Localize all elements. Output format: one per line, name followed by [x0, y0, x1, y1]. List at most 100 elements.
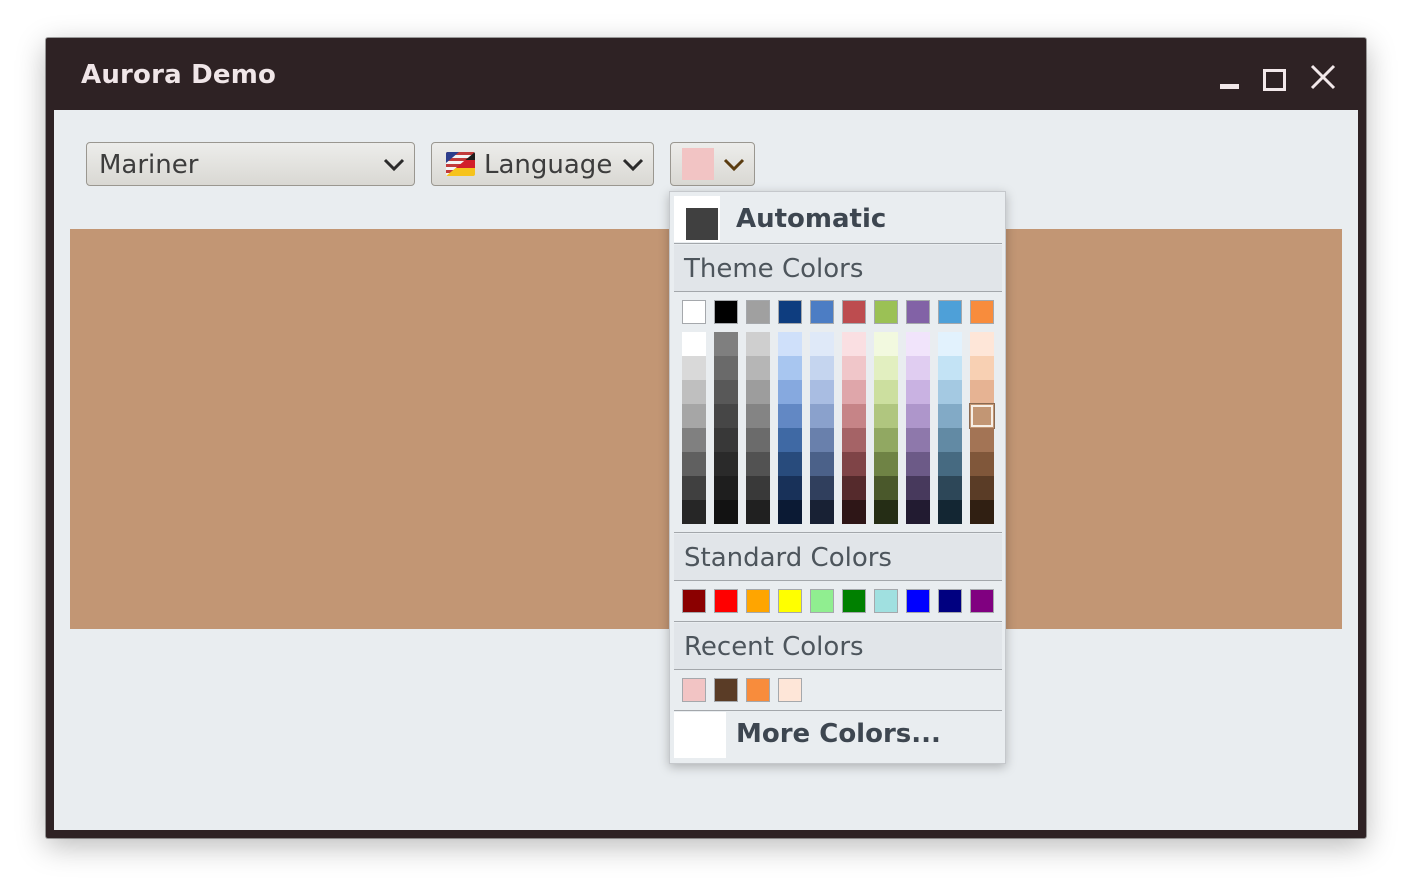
automatic-color-item[interactable]: Automatic [674, 196, 1002, 242]
theme-shade-swatch[interactable] [842, 452, 866, 476]
theme-shade-swatch[interactable] [714, 452, 738, 476]
theme-shade-swatch[interactable] [874, 380, 898, 404]
theme-shade-swatch[interactable] [778, 380, 802, 404]
theme-shade-swatch[interactable] [778, 452, 802, 476]
standard-color-swatch[interactable] [906, 589, 930, 613]
theme-shade-swatch[interactable] [842, 428, 866, 452]
theme-shade-swatch[interactable] [970, 428, 994, 452]
recent-color-swatch[interactable] [778, 678, 802, 702]
theme-shade-swatch[interactable] [970, 356, 994, 380]
theme-shade-swatch[interactable] [746, 332, 770, 356]
language-combo[interactable]: Language [431, 142, 654, 186]
theme-shade-swatch[interactable] [714, 380, 738, 404]
theme-shade-swatch[interactable] [682, 404, 706, 428]
standard-color-swatch[interactable] [938, 589, 962, 613]
theme-shade-swatch[interactable] [682, 332, 706, 356]
theme-shade-swatch[interactable] [938, 500, 962, 524]
theme-shade-swatch[interactable] [746, 428, 770, 452]
theme-shade-swatch[interactable] [746, 380, 770, 404]
minimize-icon[interactable] [1216, 60, 1250, 94]
theme-shade-swatch[interactable] [906, 500, 930, 524]
theme-shade-swatch[interactable] [682, 500, 706, 524]
theme-color-swatch[interactable] [906, 300, 930, 324]
theme-shade-swatch[interactable] [970, 452, 994, 476]
theme-shade-swatch[interactable] [714, 500, 738, 524]
theme-shade-swatch[interactable] [938, 332, 962, 356]
theme-shade-swatch[interactable] [874, 452, 898, 476]
theme-shade-swatch[interactable] [970, 380, 994, 404]
recent-color-swatch[interactable] [714, 678, 738, 702]
theme-shade-swatch[interactable] [778, 332, 802, 356]
theme-color-swatch[interactable] [970, 300, 994, 324]
theme-shade-swatch[interactable] [906, 332, 930, 356]
theme-shade-swatch[interactable] [778, 356, 802, 380]
standard-color-swatch[interactable] [810, 589, 834, 613]
theme-shade-swatch[interactable] [714, 476, 738, 500]
theme-shade-swatch[interactable] [682, 476, 706, 500]
theme-shade-swatch[interactable] [970, 476, 994, 500]
theme-shade-swatch[interactable] [682, 428, 706, 452]
theme-shade-swatch[interactable] [938, 452, 962, 476]
recent-color-swatch[interactable] [682, 678, 706, 702]
theme-shade-swatch[interactable] [906, 356, 930, 380]
theme-color-swatch[interactable] [778, 300, 802, 324]
theme-shade-swatch[interactable] [938, 476, 962, 500]
theme-shade-swatch[interactable] [810, 476, 834, 500]
theme-color-swatch[interactable] [810, 300, 834, 324]
theme-shade-swatch[interactable] [842, 356, 866, 380]
skin-combo[interactable]: Mariner [86, 142, 415, 186]
more-colors-item[interactable]: More Colors... [674, 712, 1002, 758]
theme-shade-swatch[interactable] [778, 428, 802, 452]
standard-color-swatch[interactable] [874, 589, 898, 613]
theme-shade-swatch[interactable] [810, 452, 834, 476]
theme-shade-swatch[interactable] [810, 404, 834, 428]
standard-color-swatch[interactable] [842, 589, 866, 613]
theme-shade-swatch[interactable] [970, 500, 994, 524]
theme-shade-swatch[interactable] [874, 500, 898, 524]
close-icon[interactable] [1306, 60, 1340, 94]
theme-color-swatch[interactable] [938, 300, 962, 324]
theme-shade-swatch[interactable] [746, 452, 770, 476]
standard-color-swatch[interactable] [714, 589, 738, 613]
theme-shade-swatch[interactable] [970, 332, 994, 356]
theme-shade-swatch[interactable] [682, 380, 706, 404]
theme-color-swatch[interactable] [714, 300, 738, 324]
theme-shade-swatch[interactable] [874, 332, 898, 356]
theme-shade-swatch[interactable] [714, 404, 738, 428]
theme-shade-swatch[interactable] [906, 476, 930, 500]
theme-shade-swatch[interactable] [810, 428, 834, 452]
theme-shade-swatch[interactable] [682, 356, 706, 380]
theme-color-swatch[interactable] [682, 300, 706, 324]
theme-shade-swatch[interactable] [842, 380, 866, 404]
theme-shade-swatch[interactable] [842, 332, 866, 356]
standard-color-swatch[interactable] [778, 589, 802, 613]
recent-color-swatch[interactable] [746, 678, 770, 702]
theme-shade-swatch[interactable] [778, 476, 802, 500]
color-combo[interactable] [670, 142, 755, 186]
theme-shade-swatch[interactable] [842, 404, 866, 428]
theme-shade-swatch[interactable] [778, 404, 802, 428]
theme-shade-swatch[interactable] [714, 332, 738, 356]
standard-color-swatch[interactable] [746, 589, 770, 613]
theme-color-swatch[interactable] [874, 300, 898, 324]
theme-shade-swatch[interactable] [682, 452, 706, 476]
theme-shade-swatch[interactable] [906, 452, 930, 476]
theme-color-swatch[interactable] [842, 300, 866, 324]
theme-shade-swatch[interactable] [714, 356, 738, 380]
theme-color-swatch[interactable] [746, 300, 770, 324]
theme-shade-swatch[interactable] [938, 428, 962, 452]
maximize-icon[interactable] [1260, 60, 1294, 94]
theme-shade-swatch[interactable] [938, 380, 962, 404]
theme-shade-swatch[interactable] [874, 404, 898, 428]
theme-shade-swatch[interactable] [746, 500, 770, 524]
theme-shade-swatch[interactable] [778, 500, 802, 524]
theme-shade-swatch[interactable] [746, 356, 770, 380]
theme-shade-swatch[interactable] [746, 476, 770, 500]
theme-shade-swatch[interactable] [938, 356, 962, 380]
theme-shade-swatch[interactable] [874, 356, 898, 380]
theme-shade-swatch[interactable] [810, 380, 834, 404]
theme-shade-swatch[interactable] [938, 404, 962, 428]
theme-shade-swatch[interactable] [906, 428, 930, 452]
theme-shade-swatch[interactable] [970, 404, 994, 428]
theme-shade-swatch[interactable] [810, 500, 834, 524]
